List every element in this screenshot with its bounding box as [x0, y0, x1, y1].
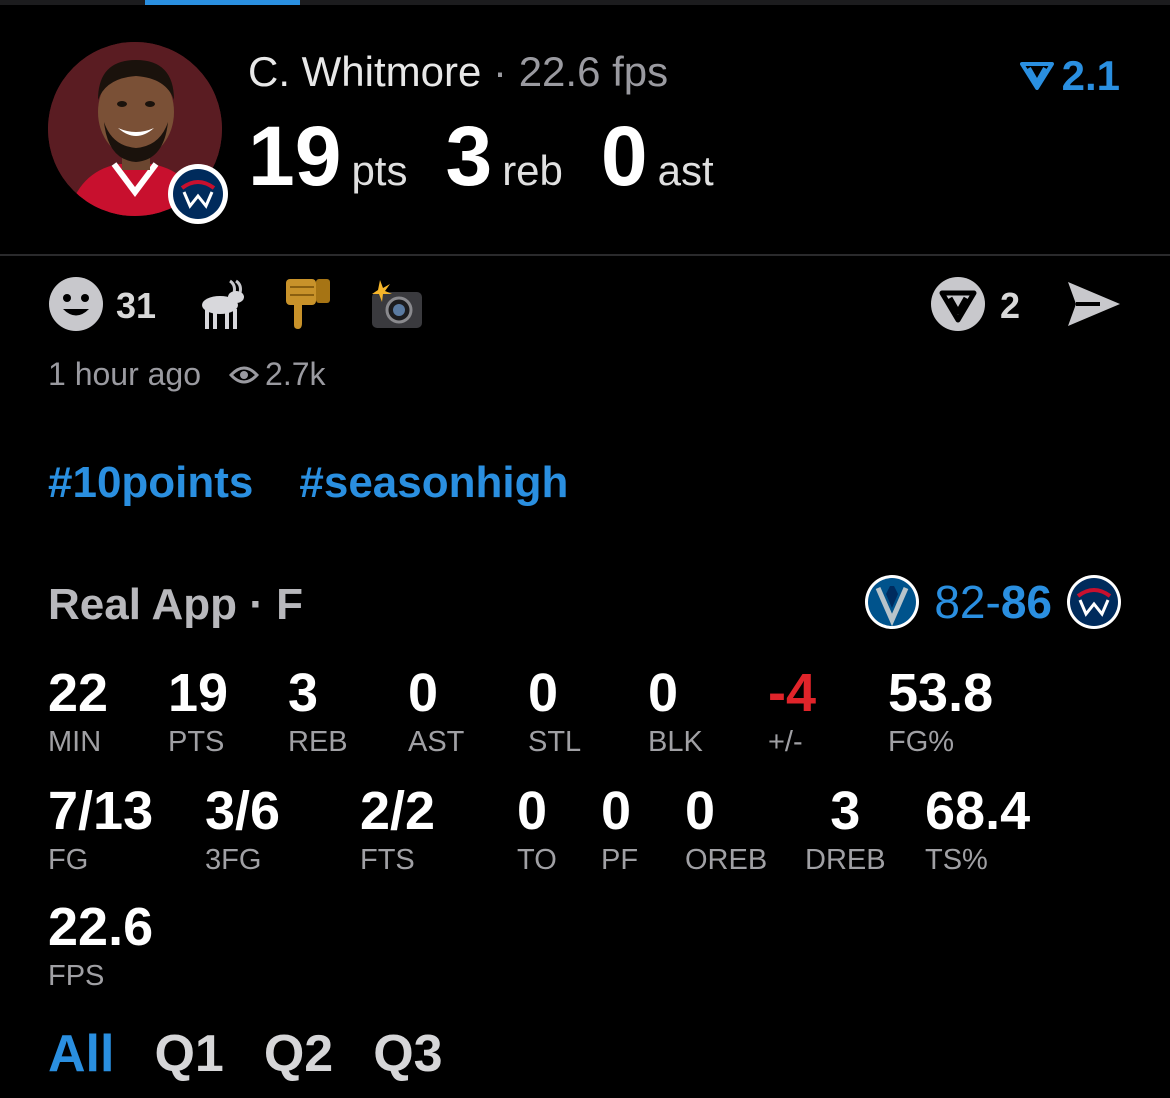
- headline-stats: 19 pts 3 reb 0 ast: [248, 108, 752, 205]
- stat-label: REB: [288, 726, 348, 758]
- stat-3fg: 3/6 3FG: [205, 784, 280, 877]
- top-tab-indicator-bar: [0, 0, 1170, 5]
- stat-ast: 0 AST: [408, 666, 464, 759]
- stat-label: FG: [48, 844, 89, 876]
- stat-value: 19: [168, 663, 229, 723]
- stat-dreb: 3 DREB: [805, 784, 886, 877]
- headline-points-label: pts: [351, 147, 408, 194]
- wizards-logo: [1066, 574, 1122, 630]
- smiley-icon[interactable]: [48, 276, 104, 337]
- stat-label: STL: [528, 726, 582, 758]
- stat-label: PF: [601, 844, 639, 876]
- tab-all[interactable]: All: [48, 1025, 114, 1083]
- team-badge-wizards-icon: [168, 164, 228, 224]
- stat-label: +/-: [768, 726, 803, 758]
- tab-q2[interactable]: Q2: [264, 1025, 333, 1083]
- stat-value: 53.8: [888, 663, 994, 723]
- stat-reb: 3 REB: [288, 666, 348, 759]
- reactions-row: 31: [48, 276, 460, 337]
- post-actions: 2: [930, 276, 1122, 337]
- thumbs-down-icon[interactable]: [284, 277, 334, 336]
- stat-label: BLK: [648, 726, 703, 758]
- stat-value: 22: [48, 663, 109, 723]
- stat-fg-pct: 53.8 FG%: [888, 666, 993, 759]
- hashtag-link[interactable]: #seasonhigh: [299, 458, 568, 507]
- stat-value: 3: [288, 663, 319, 723]
- comment-count: 2: [999, 285, 1020, 326]
- stat-pf: 0 PF: [601, 784, 638, 877]
- score-dash: -: [985, 576, 1001, 628]
- stat-value: 0: [685, 781, 716, 841]
- stat-value: -4: [768, 663, 817, 723]
- stat-label: DREB: [805, 844, 886, 876]
- stat-to: 0 TO: [517, 784, 557, 877]
- stat-value: 3: [830, 781, 861, 841]
- stat-label: AST: [408, 726, 465, 758]
- tab-q3[interactable]: Q3: [373, 1025, 442, 1083]
- view-count: 2.7k: [265, 356, 326, 392]
- stat-value: 7/13: [48, 781, 154, 841]
- headline-assists-value: 0: [600, 109, 648, 203]
- reaction-count: 31: [116, 285, 157, 326]
- post-meta: 1 hour ago 2.7k: [48, 356, 326, 393]
- tab-q1[interactable]: Q1: [154, 1025, 223, 1083]
- share-send-icon[interactable]: [1066, 280, 1122, 333]
- stat-stl: 0 STL: [528, 666, 581, 759]
- period-tabs: All Q1 Q2 Q3: [48, 1024, 483, 1084]
- stat-ts-pct: 68.4 TS%: [925, 784, 1030, 877]
- stat-plus-minus: -4 +/-: [768, 666, 816, 759]
- stat-label: OREB: [685, 844, 768, 876]
- stat-label: MIN: [48, 726, 102, 758]
- stat-value: 0: [517, 781, 548, 841]
- rating-value: 2.1: [1061, 52, 1120, 99]
- stat-value: 22.6: [48, 897, 154, 957]
- stat-value: 3/6: [205, 781, 281, 841]
- section-divider: [0, 254, 1170, 256]
- mavericks-logo: [864, 574, 920, 630]
- away-score: 82: [934, 576, 986, 628]
- stat-label: FTS: [360, 844, 415, 876]
- real-comment-icon[interactable]: [930, 276, 986, 337]
- name-separator: ·: [481, 48, 519, 95]
- stat-value: 0: [601, 781, 632, 841]
- stat-value: 0: [648, 663, 679, 723]
- stat-label: TS%: [925, 844, 988, 876]
- stat-fps: 22.6 FPS: [48, 900, 153, 993]
- headline-assists-label: ast: [657, 147, 714, 194]
- rating-button[interactable]: 2.1: [1019, 52, 1120, 100]
- player-fps: 22.6 fps: [518, 48, 669, 95]
- view-count-group: 2.7k: [228, 356, 326, 393]
- game-score[interactable]: 82-86: [864, 574, 1122, 630]
- game-source-status: Real App · F: [48, 580, 304, 629]
- headline-points-value: 19: [248, 109, 342, 203]
- camera-flash-icon[interactable]: [370, 278, 424, 335]
- eye-icon: [228, 356, 260, 393]
- stat-label: 3FG: [205, 844, 262, 876]
- stat-value: 2/2: [360, 781, 436, 841]
- stat-pts: 19 PTS: [168, 666, 228, 759]
- stat-fg: 7/13 FG: [48, 784, 153, 877]
- stat-value: 68.4: [925, 781, 1031, 841]
- player-name-line: C. Whitmore · 22.6 fps: [248, 48, 668, 96]
- player-name[interactable]: C. Whitmore: [248, 48, 481, 95]
- real-app-v-icon: [1019, 52, 1054, 100]
- headline-rebounds-value: 3: [445, 109, 493, 203]
- stat-blk: 0 BLK: [648, 666, 703, 759]
- stat-label: PTS: [168, 726, 225, 758]
- headline-rebounds-label: reb: [502, 147, 563, 194]
- stat-oreb: 0 OREB: [685, 784, 767, 877]
- stat-min: 22 MIN: [48, 666, 108, 759]
- stat-fts: 2/2 FTS: [360, 784, 435, 877]
- active-tab-indicator: [145, 0, 300, 5]
- post-time: 1 hour ago: [48, 356, 202, 392]
- stat-label: FG%: [888, 726, 955, 758]
- stat-value: 0: [408, 663, 439, 723]
- stat-label: FPS: [48, 960, 105, 992]
- stat-value: 0: [528, 663, 559, 723]
- hashtags: #10points #seasonhigh: [48, 458, 614, 508]
- home-score: 86: [1000, 576, 1052, 628]
- goat-icon[interactable]: [196, 277, 248, 336]
- hashtag-link[interactable]: #10points: [48, 458, 253, 507]
- stat-label: TO: [517, 844, 557, 876]
